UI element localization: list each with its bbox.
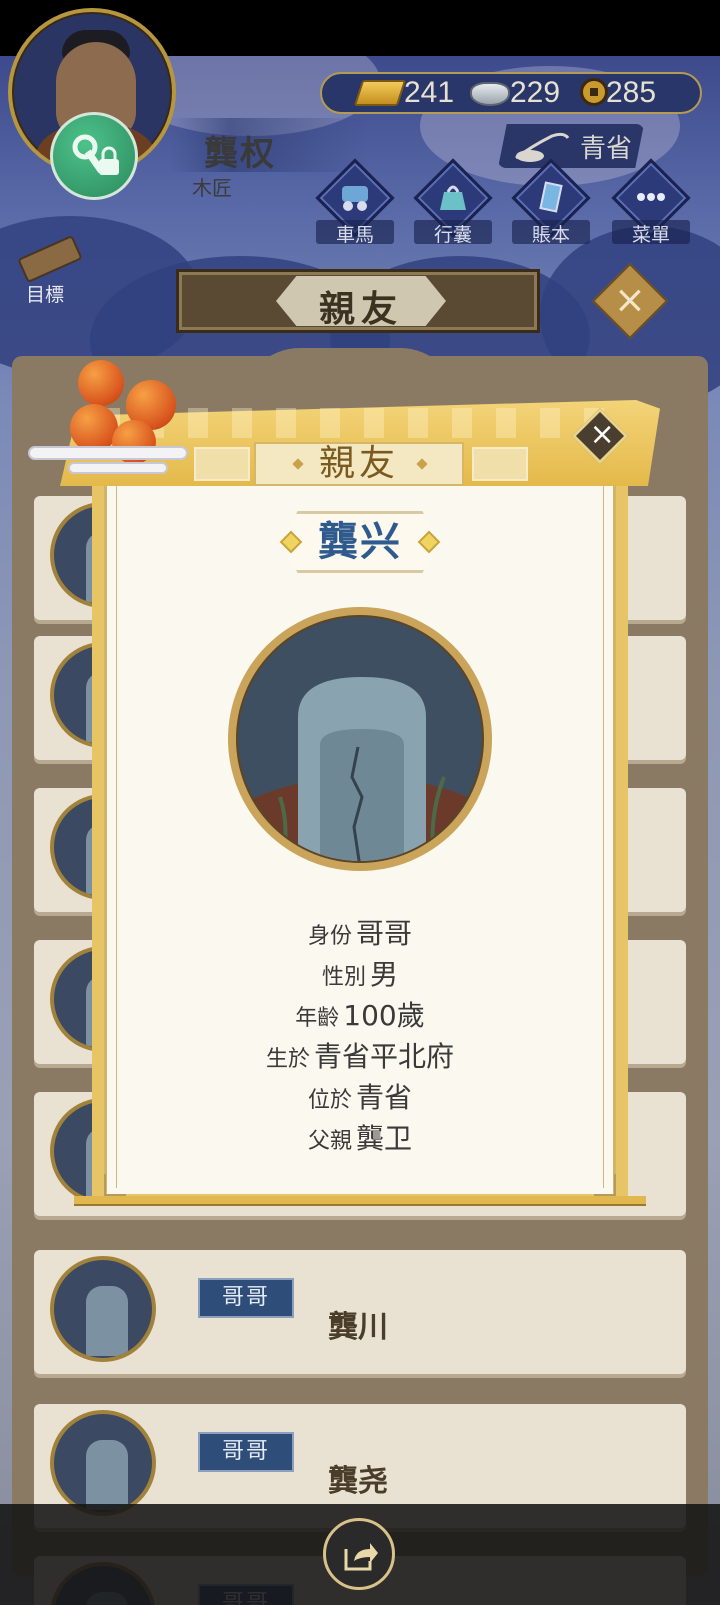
modal-base [74,1196,646,1206]
info-father: 父親 龔卫 [104,1117,616,1157]
portrait-frame [228,607,492,871]
tombstone-icon [50,1256,156,1362]
player-name: 龔权 [204,134,276,174]
info-value: 青省 [356,1081,413,1114]
ledger-label: 賬本 [512,220,590,246]
relative-name: 龔川 [328,1310,388,1345]
fruit-decoration [70,404,118,452]
bag-button[interactable]: 行囊 [413,158,493,248]
ledger-button[interactable]: 賬本 [511,158,591,248]
role-badge: 哥哥 [198,1432,294,1472]
goal-button[interactable]: 目標 [12,234,88,306]
more-icon [637,193,665,201]
corner-ornament [104,1174,126,1196]
info-key: 年齡 [295,1006,340,1031]
location-label: 青省 [580,134,633,164]
modal-title: 親友 [318,443,399,484]
gold-amount: 241 [404,76,455,109]
info-key: 父親 [307,1129,352,1154]
share-icon [344,1543,378,1571]
corner-ornament [594,1174,616,1196]
info-age: 年齡 100歲 [104,994,616,1034]
player-job: 木匠 [192,176,232,200]
more-button[interactable]: 菜單 [611,158,691,248]
info-value: 哥哥 [356,917,413,950]
tombstone-icon [238,677,482,861]
info-value: 男 [370,958,399,991]
role-badge: 哥哥 [198,1278,294,1318]
panel-title: 親友 [318,288,403,330]
info-key: 位於 [307,1088,352,1113]
info-location: 位於 青省 [104,1076,616,1116]
brush-icon [515,132,570,162]
bag-label: 行囊 [414,220,492,246]
portrait [236,615,484,863]
info-key: 身份 [307,924,352,949]
goal-label: 目標 [26,284,65,306]
info-value: 100歲 [343,999,425,1032]
more-label: 菜單 [612,220,690,246]
info-key: 生於 [265,1047,310,1072]
carriage-icon [342,186,368,211]
carriage-button[interactable]: 車馬 [315,158,395,248]
bag-icon [440,185,466,210]
fruit-decoration [78,360,124,406]
modal-header-tab [194,447,250,481]
info-value: 龔卫 [356,1122,413,1155]
relative-name: 龔尧 [328,1464,388,1499]
carriage-label: 車馬 [316,220,394,246]
tombstone-icon [50,1410,156,1516]
relative-name: 龔兴 [318,518,402,565]
info-gender: 性別男 [104,953,616,993]
coin-amount: 285 [606,76,657,109]
gold-ingot-icon [353,80,407,106]
cloud-wisp [28,446,188,460]
info-value: 青省平北府 [314,1040,455,1073]
share-button[interactable] [323,1518,395,1590]
close-icon: × [614,277,646,322]
silver-amount: 229 [510,76,561,109]
info-key: 性別 [321,965,366,990]
silver-ingot-icon [470,82,510,106]
close-icon: × [589,417,615,453]
ledger-icon [539,181,563,213]
modal-header-pattern [100,408,620,438]
cloud-wisp [68,462,168,474]
modal-header-tab [472,447,528,481]
info-identity: 身份 哥哥 [104,912,616,952]
list-item[interactable]: 哥哥 龔川 [34,1250,686,1374]
info-birthplace: 生於 青省平北府 [104,1035,616,1075]
lock-icon[interactable] [50,112,138,200]
copper-coin-icon [580,78,608,106]
scroll-icon [17,234,83,284]
